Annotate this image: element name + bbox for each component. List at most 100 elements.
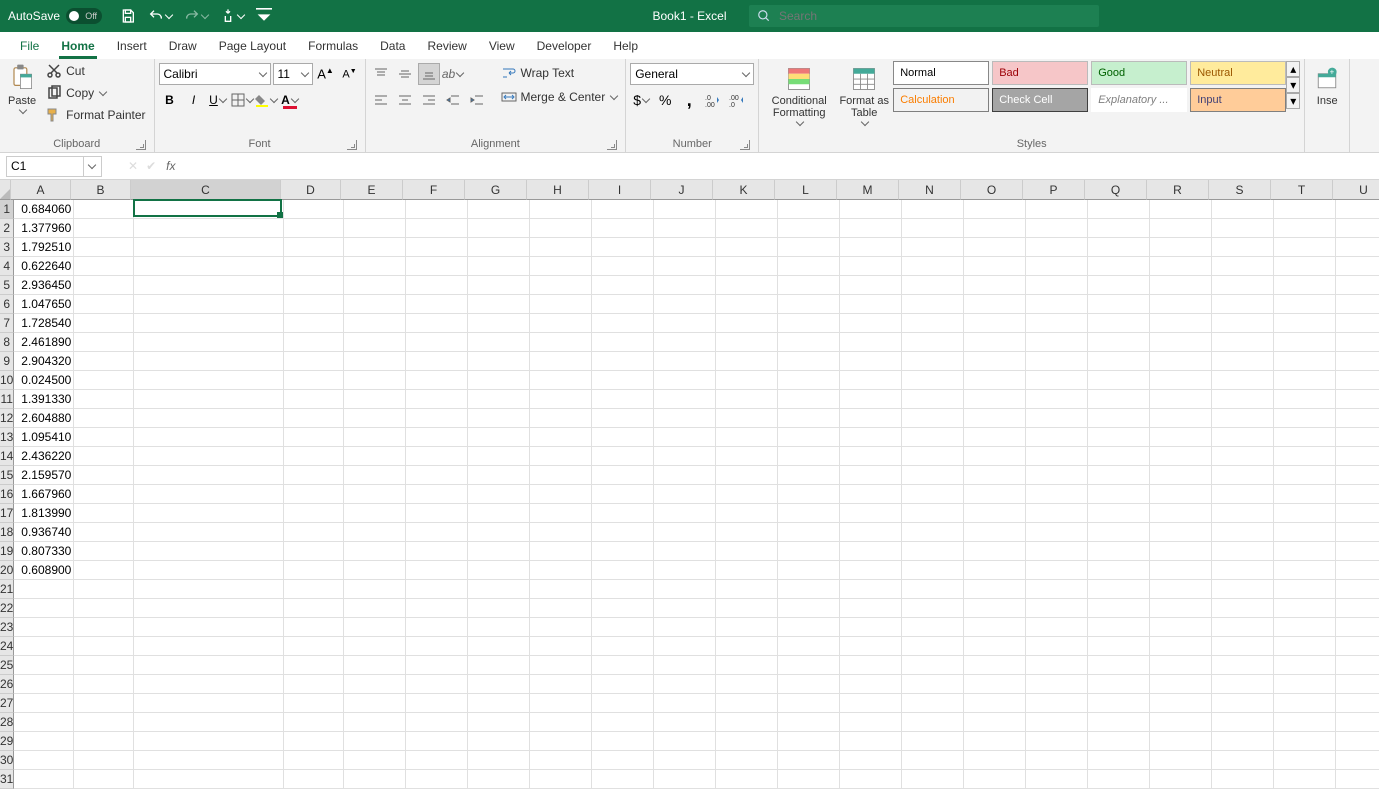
enter-formula-icon[interactable]: ✔ [146,159,156,173]
cell[interactable] [964,675,1026,694]
cell[interactable] [134,295,284,314]
cell[interactable] [964,428,1026,447]
cell[interactable] [1088,751,1150,770]
cell[interactable] [530,428,592,447]
column-header[interactable]: O [961,180,1023,200]
cell[interactable] [1336,352,1379,371]
cell[interactable] [778,599,840,618]
row-header[interactable]: 22 [0,599,14,618]
cell[interactable] [778,561,840,580]
cell[interactable] [1088,257,1150,276]
cell[interactable] [530,675,592,694]
cell[interactable] [1026,485,1088,504]
cell[interactable] [840,580,902,599]
cell[interactable] [654,523,716,542]
cell[interactable] [716,580,778,599]
underline-button[interactable]: U [207,89,229,111]
cell[interactable] [134,770,284,789]
cell[interactable] [1274,694,1336,713]
style-check-cell[interactable]: Check Cell [992,88,1088,112]
cell[interactable] [840,694,902,713]
scroll-down-icon[interactable]: ▾ [1286,77,1300,93]
cell[interactable] [654,428,716,447]
cell[interactable] [74,637,134,656]
cell[interactable] [468,276,530,295]
cell[interactable] [406,409,468,428]
cell[interactable]: 2.904320 [14,352,74,371]
align-right-icon[interactable] [418,89,440,111]
cell[interactable] [964,219,1026,238]
cell[interactable] [654,637,716,656]
cell-styles-gallery[interactable]: NormalCalculationBadCheck CellGoodExplan… [893,61,1286,112]
cell[interactable] [902,504,964,523]
cell[interactable] [1336,390,1379,409]
cell[interactable] [344,542,406,561]
cell[interactable] [284,390,344,409]
tab-file[interactable]: File [10,35,49,59]
cell[interactable] [778,751,840,770]
cell[interactable] [1336,675,1379,694]
cell[interactable] [654,580,716,599]
cell[interactable] [716,276,778,295]
cell[interactable] [1212,656,1274,675]
cell[interactable] [1274,504,1336,523]
toggle-switch[interactable]: Off [66,8,102,24]
cell[interactable] [902,276,964,295]
cell[interactable] [964,200,1026,219]
row-header[interactable]: 20 [0,561,14,580]
cell[interactable] [530,371,592,390]
cell[interactable] [654,656,716,675]
cell[interactable] [902,257,964,276]
cell[interactable] [778,219,840,238]
cell[interactable] [902,333,964,352]
cell[interactable] [840,523,902,542]
cell[interactable] [344,732,406,751]
font-color-button[interactable]: A [279,89,301,111]
conditional-formatting-button[interactable]: Conditional Formatting [763,61,835,129]
cell[interactable] [778,314,840,333]
cell[interactable] [902,295,964,314]
tab-insert[interactable]: Insert [107,35,157,59]
cell[interactable] [964,314,1026,333]
cell[interactable] [964,713,1026,732]
cell[interactable] [284,656,344,675]
cell[interactable] [1088,466,1150,485]
cell[interactable] [1088,409,1150,428]
cell[interactable] [964,371,1026,390]
cell[interactable] [530,618,592,637]
cell[interactable] [592,428,654,447]
cell[interactable] [840,770,902,789]
cell[interactable] [1274,390,1336,409]
cell[interactable] [902,770,964,789]
cell[interactable] [1212,675,1274,694]
cell[interactable] [902,618,964,637]
cell[interactable] [654,713,716,732]
cell[interactable] [14,732,74,751]
cell[interactable] [1088,732,1150,751]
cell[interactable] [654,466,716,485]
style-bad[interactable]: Bad [992,61,1088,85]
tab-help[interactable]: Help [603,35,648,59]
cell[interactable]: 2.159570 [14,466,74,485]
cell[interactable] [1336,751,1379,770]
cell[interactable] [406,675,468,694]
cell[interactable] [1088,561,1150,580]
paste-button[interactable]: Paste [4,61,40,117]
cell[interactable] [840,371,902,390]
cell[interactable] [74,428,134,447]
cell[interactable] [1026,390,1088,409]
cell[interactable] [406,314,468,333]
cell[interactable] [1088,333,1150,352]
cell[interactable] [1150,523,1212,542]
style-input[interactable]: Input [1190,88,1286,112]
cell[interactable]: 2.436220 [14,447,74,466]
cell[interactable] [1336,295,1379,314]
cell[interactable]: 0.936740 [14,523,74,542]
cell[interactable] [654,732,716,751]
cell[interactable] [468,219,530,238]
cell[interactable] [1336,314,1379,333]
cell[interactable] [134,238,284,257]
cell[interactable] [1274,371,1336,390]
cell[interactable]: 0.684060 [14,200,74,219]
font-size-combo[interactable]: 11 [273,63,313,85]
